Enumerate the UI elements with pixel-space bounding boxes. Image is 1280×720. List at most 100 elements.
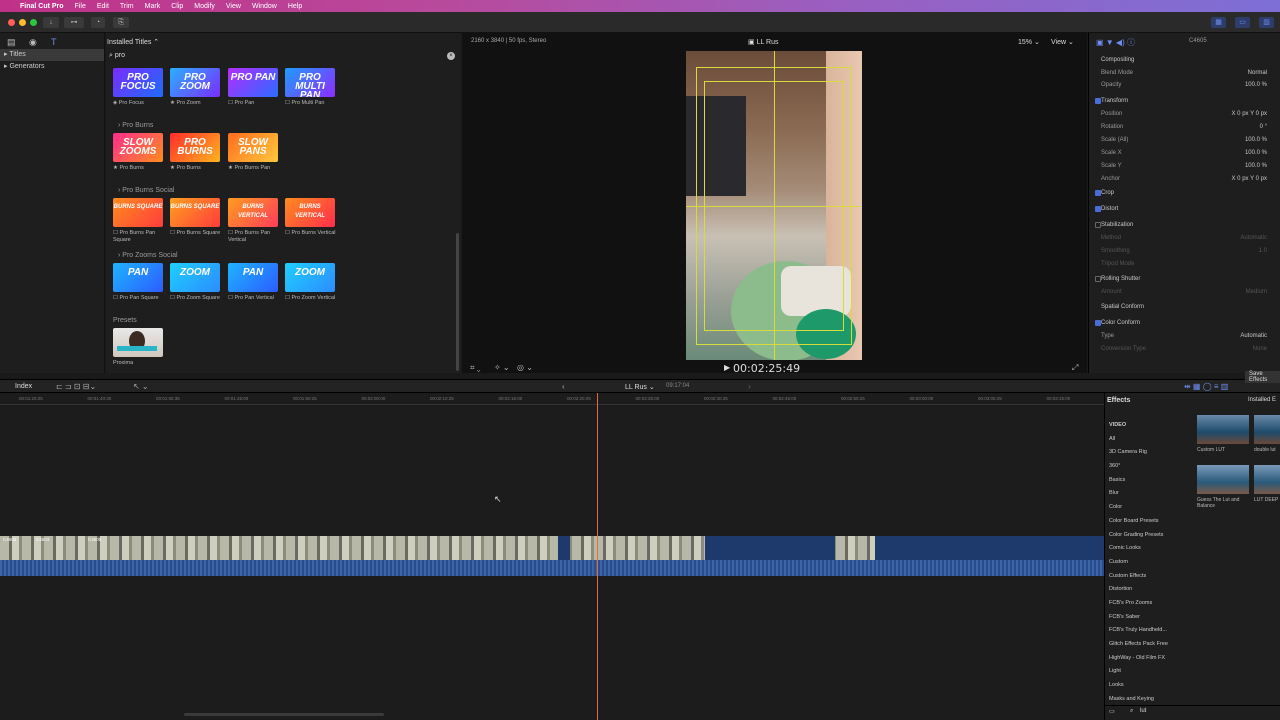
effects-category[interactable]: All: [1105, 433, 1187, 447]
title-thumb-pro-burns-2[interactable]: PRO BURNS: [170, 133, 220, 162]
inspector-row[interactable]: Method Automatic: [1089, 232, 1280, 244]
media-tab-icon[interactable]: ▤: [7, 37, 16, 48]
menu-trim[interactable]: Trim: [120, 3, 134, 10]
title-thumb-burns-square[interactable]: BURNS SQUARE: [170, 198, 220, 227]
browser-header[interactable]: Installed Titles ⌃: [107, 38, 159, 46]
inspector-row[interactable]: Spatial Conform: [1089, 301, 1280, 313]
zoom-popup[interactable]: 15% ⌄: [1018, 38, 1040, 46]
inspector-row[interactable]: Tripod Mode: [1089, 258, 1280, 270]
title-thumb-burns-vertical[interactable]: BURNS VERTICAL: [285, 198, 335, 227]
menu-view[interactable]: View: [226, 3, 241, 10]
title-thumb-pro-pan[interactable]: PRO PAN: [228, 68, 278, 97]
effects-category[interactable]: Color: [1105, 501, 1187, 515]
title-thumb-pro-burns[interactable]: SLOW ZOOMS: [113, 133, 163, 162]
photos-tab-icon[interactable]: ◉: [29, 37, 37, 48]
clear-search-icon[interactable]: ×: [447, 52, 455, 60]
inspector-row-value[interactable]: X 0 px Y 0 px: [1232, 176, 1267, 182]
section-pro-zooms-social[interactable]: › Pro Zooms Social: [118, 252, 178, 259]
inspector-row[interactable]: Scale Y 100.0 %: [1089, 160, 1280, 172]
effects-category[interactable]: HighWay - Old Film FX: [1105, 652, 1187, 666]
effects-category[interactable]: FCB's Truly Handheld...: [1105, 624, 1187, 638]
inspector-row-value[interactable]: 100.0 %: [1245, 82, 1267, 88]
inspector-row-value[interactable]: 100.0 %: [1245, 163, 1267, 169]
menu-app-name[interactable]: Final Cut Pro: [20, 3, 64, 10]
edit-buttons[interactable]: ⊏ ⊐ ⊡ ⊟⌄: [56, 382, 96, 391]
inspector-row[interactable]: Stabilization: [1089, 219, 1280, 231]
effects-category[interactable]: Blur: [1105, 487, 1187, 501]
compositing-header[interactable]: Compositing: [1089, 54, 1280, 66]
inspector-row-value[interactable]: 1.0: [1259, 248, 1267, 254]
inspector-row[interactable]: Opacity 100.0 %: [1089, 79, 1280, 91]
effects-category[interactable]: FCB's Saber: [1105, 611, 1187, 625]
timeline-ruler[interactable]: 00:01:20:25 00:01:40:30 00:01:55:35 00:01:4…: [0, 393, 1104, 405]
menu-edit[interactable]: Edit: [97, 3, 109, 10]
title-thumb-zoom-vertical[interactable]: ZOOM: [285, 263, 335, 292]
inspector-row-value[interactable]: Medium: [1246, 289, 1267, 295]
effects-category[interactable]: Color Grading Presets: [1105, 529, 1187, 543]
view-popup[interactable]: View ⌄: [1051, 38, 1074, 46]
title-thumb-burns-pan-vertical[interactable]: BURNS VERTICAL: [228, 198, 278, 227]
effects-category[interactable]: 360°: [1105, 460, 1187, 474]
title-thumb-zoom-square[interactable]: ZOOM: [170, 263, 220, 292]
share-icon[interactable]: ⎘: [113, 17, 129, 28]
transform-tool-icon[interactable]: ⌗ ⌄: [470, 363, 481, 373]
effects-search-bar[interactable]: ▭ ⌕ lut: [1105, 705, 1280, 716]
timeline-scrollbar[interactable]: [184, 713, 384, 716]
title-thumb-pro-focus[interactable]: PRO FOCUS: [113, 68, 163, 97]
inspector-row[interactable]: Amount Medium: [1089, 286, 1280, 298]
title-thumb-pan-square[interactable]: PAN: [113, 263, 163, 292]
primary-storyline[interactable]: C4602 C4603 C4605: [0, 536, 1104, 576]
effects-category[interactable]: Looks: [1105, 679, 1187, 693]
inspector-tabs[interactable]: ▣ ▼ ◀) ⓘ: [1096, 37, 1135, 48]
layout-timeline-icon[interactable]: ▭: [1235, 17, 1250, 28]
menu-clip[interactable]: Clip: [171, 3, 183, 10]
layout-browser-icon[interactable]: ▦: [1211, 17, 1226, 28]
effects-category[interactable]: FCB's Pro Zooms: [1105, 597, 1187, 611]
search-field[interactable]: ⌕ pro ×: [109, 52, 459, 62]
effects-category[interactable]: Glitch Effects Pack Free: [1105, 638, 1187, 652]
zoom-window-button[interactable]: [30, 19, 37, 26]
inspector-row[interactable]: Rotation 0 °: [1089, 121, 1280, 133]
timeline-project[interactable]: LL Rus ⌄: [625, 383, 655, 391]
title-thumb-pro-burns-pan[interactable]: SLOW PANS: [228, 133, 278, 162]
playhead[interactable]: [597, 393, 598, 720]
inspector-row-value[interactable]: Normal: [1248, 70, 1267, 76]
preset-thumb-proxima[interactable]: [113, 328, 163, 357]
index-button[interactable]: Index: [15, 383, 32, 390]
section-presets[interactable]: Presets: [113, 317, 137, 324]
effects-category[interactable]: Custom Effects: [1105, 570, 1187, 584]
inspector-row-value[interactable]: 0 °: [1260, 124, 1267, 130]
menu-file[interactable]: File: [75, 3, 86, 10]
title-thumb-burns-pan-square[interactable]: BURNS SQUARE: [113, 198, 163, 227]
inspector-row[interactable]: Smoothing 1.0: [1089, 245, 1280, 257]
sidebar-item-generators[interactable]: ▸ Generators: [0, 61, 104, 73]
effects-category[interactable]: Basics: [1105, 474, 1187, 488]
fullscreen-icon[interactable]: ⤢: [1072, 363, 1078, 373]
effect-thumb-lut-deep[interactable]: [1254, 465, 1280, 494]
history-back-icon[interactable]: ‹: [562, 382, 565, 391]
inspector-row-value[interactable]: Automatic: [1240, 235, 1267, 241]
effects-category[interactable]: Light: [1105, 665, 1187, 679]
layout-inspector-icon[interactable]: ▥: [1259, 17, 1274, 28]
sidebar-toggle-icon[interactable]: ▭: [1109, 708, 1115, 715]
browser-scrollbar[interactable]: [456, 233, 459, 371]
effects-category[interactable]: Comic Looks: [1105, 542, 1187, 556]
speed-icon[interactable]: ◎ ⌄: [517, 363, 533, 372]
keyword-icon[interactable]: ⊶: [64, 17, 84, 28]
history-forward-icon[interactable]: ›: [748, 382, 751, 391]
titles-tab-icon[interactable]: T: [51, 37, 57, 47]
section-pro-burns-social[interactable]: › Pro Burns Social: [118, 187, 174, 194]
effects-category[interactable]: Distortion: [1105, 583, 1187, 597]
inspector-row[interactable]: Anchor X 0 px Y 0 px: [1089, 173, 1280, 185]
timeline[interactable]: 00:01:20:25 00:01:40:30 00:01:55:35 00:01:4…: [0, 393, 1104, 720]
effect-thumb-custom-lut[interactable]: [1197, 415, 1249, 444]
inspector-row[interactable]: Rolling Shutter: [1089, 273, 1280, 285]
effects-category[interactable]: 3D Camera Rig: [1105, 446, 1187, 460]
import-icon[interactable]: ↓: [43, 17, 59, 28]
minimize-window-button[interactable]: [19, 19, 26, 26]
inspector-row[interactable]: Transform: [1089, 95, 1280, 107]
inspector-row[interactable]: Blend Mode Normal: [1089, 67, 1280, 79]
inspector-row[interactable]: Scale X 100.0 %: [1089, 147, 1280, 159]
inspector-row[interactable]: Position X 0 px Y 0 px: [1089, 108, 1280, 120]
effects-category[interactable]: Color Board Presets: [1105, 515, 1187, 529]
